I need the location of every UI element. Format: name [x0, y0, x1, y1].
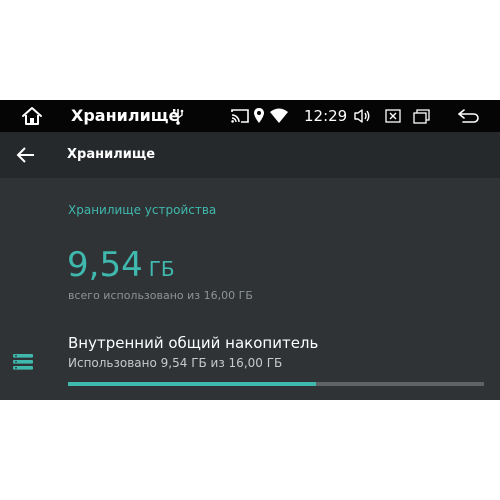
internal-storage-title: Внутренний общий накопитель: [68, 334, 319, 352]
home-icon[interactable]: [21, 106, 43, 126]
recent-apps-icon[interactable]: [413, 108, 431, 124]
volume-icon[interactable]: [353, 108, 371, 124]
page-title: Хранилище: [67, 147, 156, 162]
used-storage-summary: 9,54 ГБ: [67, 248, 175, 282]
status-bar: Хранилище 12:29: [0, 100, 500, 132]
used-storage-unit: ГБ: [148, 257, 175, 281]
storage-icon: [13, 353, 33, 371]
close-window-icon[interactable]: [385, 109, 401, 123]
android-screen: Хранилище 12:29 Хранилище Хранилище устр…: [0, 100, 500, 400]
storage-progress-bar: [68, 382, 484, 386]
status-app-title: Хранилище: [71, 106, 180, 125]
cast-icon: [231, 108, 249, 124]
arrow-back-icon[interactable]: [16, 146, 36, 164]
status-clock: 12:29: [304, 107, 348, 125]
usb-icon: [171, 107, 185, 125]
total-used-caption: всего использовано из 16,00 ГБ: [68, 289, 253, 302]
wifi-icon: [269, 108, 289, 124]
back-nav-icon[interactable]: [457, 108, 481, 124]
location-icon: [253, 107, 265, 125]
section-header-device-storage: Хранилище устройства: [68, 203, 217, 217]
storage-progress-fill: [68, 382, 316, 386]
app-bar: Хранилище: [0, 132, 500, 178]
used-storage-value: 9,54: [67, 245, 143, 285]
internal-storage-usage: Использовано 9,54 ГБ из 16,00 ГБ: [68, 356, 283, 370]
